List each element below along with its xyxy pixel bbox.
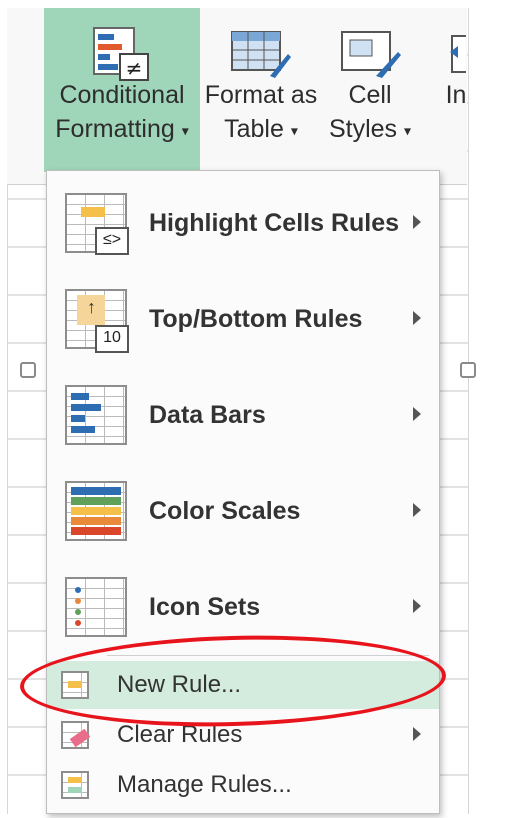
- cell-styles-button[interactable]: Cell Styles ▾: [322, 8, 418, 172]
- cell-styles-label-1: Cell: [348, 81, 392, 109]
- conditional-formatting-icon: ≠: [93, 27, 149, 81]
- menu-item-label: Manage Rules...: [117, 771, 292, 798]
- menu-item-label: Color Scales: [149, 496, 301, 525]
- submenu-arrow-icon: [413, 311, 421, 325]
- top-bottom-icon: ↑ 10: [65, 289, 129, 353]
- data-bars-icon: [65, 385, 127, 445]
- submenu-arrow-icon: [413, 407, 421, 421]
- chevron-down-icon: ▾: [181, 122, 189, 139]
- cell-styles-label-2: Styles: [328, 115, 398, 143]
- conditional-formatting-label-2: Formatting: [55, 115, 175, 143]
- menu-item-highlight-cells-rules[interactable]: ≤> Highlight Cells Rules: [47, 175, 439, 271]
- highlight-cells-icon: ≤>: [65, 193, 129, 255]
- insert-button[interactable]: In: [432, 8, 466, 172]
- menu-item-label: Data Bars: [149, 400, 266, 429]
- menu-item-label: Highlight Cells Rules: [149, 208, 400, 237]
- insert-label: In: [445, 81, 466, 109]
- menu-item-label: Top/Bottom Rules: [149, 304, 363, 333]
- menu-item-data-bars[interactable]: Data Bars: [47, 367, 439, 463]
- menu-item-top-bottom-rules[interactable]: ↑ 10 Top/Bottom Rules: [47, 271, 439, 367]
- format-as-table-button[interactable]: Format as Table ▾: [202, 8, 320, 172]
- resize-handle-left[interactable]: [20, 362, 36, 378]
- submenu-arrow-icon: [413, 599, 421, 613]
- manage-rules-icon: [61, 771, 89, 799]
- conditional-formatting-button[interactable]: ≠ Conditional Formatting ▾: [44, 8, 200, 172]
- resize-handle-right[interactable]: [460, 362, 476, 378]
- svg-text:≠: ≠: [126, 56, 143, 80]
- submenu-arrow-icon: [413, 503, 421, 517]
- top-bottom-badge: 10: [95, 325, 129, 353]
- format-as-table-icon: [231, 31, 291, 78]
- submenu-arrow-icon: [413, 215, 421, 229]
- menu-item-manage-rules[interactable]: Manage Rules...: [47, 761, 439, 809]
- format-as-table-label-1: Format as: [204, 81, 318, 109]
- menu-item-label: Icon Sets: [149, 592, 261, 621]
- icon-sets-icon: [65, 577, 127, 637]
- menu-item-color-scales[interactable]: Color Scales: [47, 463, 439, 559]
- chevron-down-icon: ▾: [404, 122, 412, 139]
- chevron-down-icon: ▾: [290, 122, 298, 139]
- clear-rules-icon: [61, 721, 91, 749]
- format-as-table-label-2: Table: [224, 115, 284, 143]
- insert-icon: [450, 35, 466, 73]
- color-scales-icon: [65, 481, 127, 541]
- conditional-formatting-label-1: Conditional: [59, 81, 185, 109]
- cell-styles-icon: [341, 31, 401, 78]
- submenu-arrow-icon: [413, 727, 421, 741]
